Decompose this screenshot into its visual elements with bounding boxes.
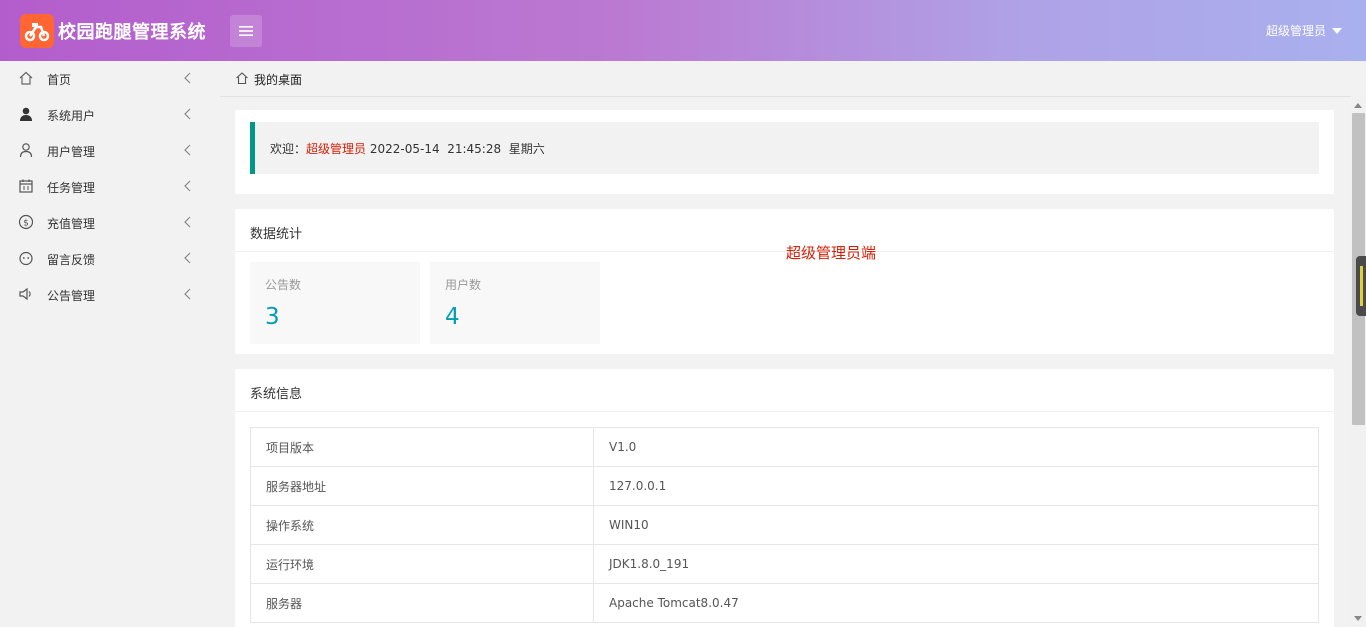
sidebar-item-user-management[interactable]: 用户管理	[0, 133, 220, 169]
stats-title: 数据统计	[250, 227, 303, 242]
app-title: 校园跑腿管理系统	[58, 22, 206, 43]
sidebar-item-label: 任务管理	[47, 181, 96, 195]
welcome-datetime: 2022-05-14 21:45:28 星期六	[369, 142, 545, 156]
welcome-banner: 欢迎：超级管理员 2022-05-14 21:45:28 星期六	[250, 122, 1319, 174]
sidebar-item-task-management[interactable]: 任务管理	[0, 169, 220, 205]
stat-label: 公告数	[265, 278, 302, 292]
sidebar-item-label: 公告管理	[47, 289, 96, 303]
system-info-title: 系统信息	[250, 387, 303, 402]
table-cell-value: V1.0	[593, 427, 1319, 467]
sidebar-item-label: 充值管理	[47, 217, 96, 231]
table-cell-key: 运行环境	[250, 544, 594, 584]
table-cell-key: 项目版本	[250, 427, 594, 467]
scroll-down-icon[interactable]	[1354, 616, 1362, 621]
divider	[235, 411, 1334, 412]
table-cell-value: WIN10	[593, 505, 1319, 545]
top-header: 校园跑腿管理系统 超级管理员	[0, 0, 1366, 61]
table-row: 项目版本 V1.0	[250, 427, 1319, 467]
sidebar-item-recharge-management[interactable]: $ 充值管理	[0, 205, 220, 241]
app-logo[interactable]: 校园跑腿管理系统	[20, 14, 206, 48]
table-row: 服务器 Apache Tomcat8.0.47	[250, 583, 1319, 623]
hamburger-icon	[239, 26, 253, 36]
breadcrumb: 我的桌面	[220, 61, 1351, 97]
welcome-card: 欢迎：超级管理员 2022-05-14 21:45:28 星期六	[235, 110, 1334, 194]
sidebar-item-system-users[interactable]: 系统用户	[0, 97, 220, 133]
user-filled-icon	[20, 107, 32, 121]
chevron-left-icon	[184, 144, 191, 156]
sidebar-item-label: 用户管理	[47, 145, 96, 159]
table-row: 服务器地址 127.0.0.1	[250, 466, 1319, 506]
delivery-scooter-icon	[20, 14, 54, 48]
user-name: 超级管理员	[1265, 24, 1326, 38]
main-content: 欢迎：超级管理员 2022-05-14 21:45:28 星期六 数据统计 超级…	[220, 97, 1351, 627]
table-cell-key: 服务器	[250, 583, 594, 623]
chevron-left-icon	[184, 72, 191, 84]
sidebar: 首页 系统用户 用户管理 任务管理 $ 充值管理 留言反馈 公告管理	[0, 61, 220, 627]
calendar-icon	[19, 179, 33, 193]
caret-down-icon	[1332, 27, 1342, 34]
svg-text:$: $	[23, 219, 29, 229]
home-icon	[236, 72, 248, 85]
speaker-icon	[19, 287, 31, 301]
vertical-scrollbar[interactable]	[1351, 97, 1366, 627]
stats-card: 数据统计 超级管理员端 公告数 3 用户数 4	[235, 209, 1334, 354]
system-info-table: 项目版本 V1.0 服务器地址 127.0.0.1 操作系统 WIN10 运行环…	[250, 427, 1319, 623]
table-cell-key: 操作系统	[250, 505, 594, 545]
scroll-up-icon[interactable]	[1354, 103, 1362, 108]
home-icon	[19, 71, 33, 85]
chevron-left-icon	[184, 252, 191, 264]
menu-toggle-button[interactable]	[230, 15, 262, 47]
chevron-left-icon	[184, 108, 191, 120]
sidebar-item-announcement-management[interactable]: 公告管理	[0, 277, 220, 313]
user-menu[interactable]: 超级管理员	[1266, 22, 1342, 39]
sidebar-item-label: 首页	[47, 73, 72, 87]
chevron-left-icon	[184, 180, 191, 192]
table-cell-value: 127.0.0.1	[593, 466, 1319, 506]
stat-announcement-count[interactable]: 公告数 3	[250, 262, 420, 344]
welcome-user: 超级管理员	[306, 142, 367, 156]
system-info-card: 系统信息 项目版本 V1.0 服务器地址 127.0.0.1 操作系统 WIN1…	[235, 369, 1334, 627]
tab-my-desktop[interactable]: 我的桌面	[254, 71, 302, 88]
stat-value: 4	[445, 304, 460, 330]
stat-label: 用户数	[445, 278, 482, 292]
welcome-prefix: 欢迎：	[270, 142, 307, 156]
table-cell-value: JDK1.8.0_191	[593, 544, 1319, 584]
table-row: 运行环境 JDK1.8.0_191	[250, 544, 1319, 584]
sidebar-item-label: 留言反馈	[47, 253, 96, 267]
table-cell-key: 服务器地址	[250, 466, 594, 506]
divider	[235, 251, 1334, 252]
table-row: 操作系统 WIN10	[250, 505, 1319, 545]
floating-side-widget[interactable]	[1356, 256, 1366, 316]
smile-icon	[19, 251, 33, 266]
sidebar-item-home[interactable]: 首页	[0, 61, 220, 97]
chevron-left-icon	[184, 216, 191, 228]
stat-user-count[interactable]: 用户数 4	[430, 262, 600, 344]
table-cell-value: Apache Tomcat8.0.47	[593, 583, 1319, 623]
sidebar-item-feedback[interactable]: 留言反馈	[0, 241, 220, 277]
role-annotation: 超级管理员端	[786, 244, 877, 262]
stat-value: 3	[265, 304, 280, 330]
sidebar-item-label: 系统用户	[47, 109, 96, 123]
welcome-text: 欢迎：超级管理员 2022-05-14 21:45:28 星期六	[270, 140, 545, 157]
chevron-left-icon	[184, 288, 191, 300]
dollar-circle-icon: $	[18, 214, 34, 230]
user-outline-icon	[19, 143, 33, 158]
